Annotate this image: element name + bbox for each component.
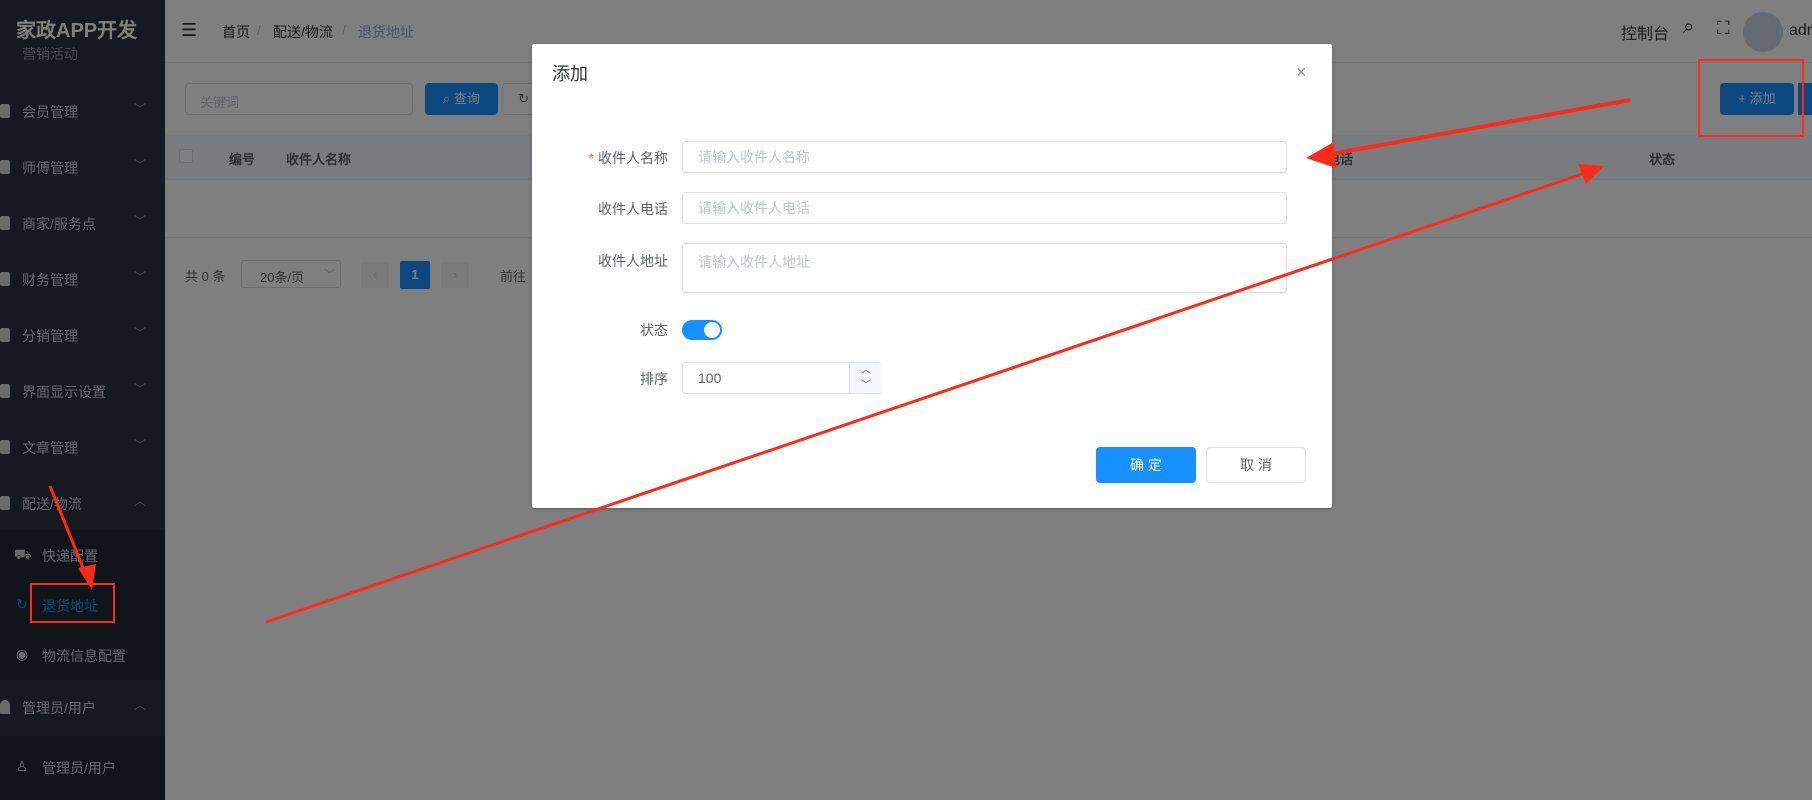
phone-label: 收件人电话 — [598, 201, 668, 217]
sort-number-input[interactable]: 100 ︿ ﹀ — [682, 362, 882, 394]
status-label: 状态 — [640, 322, 668, 338]
decrease-icon[interactable]: ﹀ — [849, 378, 882, 393]
cancel-button[interactable]: 取 消 — [1206, 447, 1306, 483]
required-mark: * — [588, 150, 595, 166]
recipient-name-input[interactable]: 请输入收件人名称 — [682, 141, 1287, 173]
recipient-address-textarea[interactable]: 请输入收件人地址 — [682, 243, 1287, 293]
status-switch[interactable] — [682, 320, 722, 340]
switch-knob — [704, 322, 720, 338]
address-label: 收件人地址 — [598, 253, 668, 269]
recipient-phone-input[interactable]: 请输入收件人电话 — [682, 192, 1287, 224]
confirm-button[interactable]: 确 定 — [1096, 447, 1196, 483]
name-label: * 收件人名称 — [588, 150, 668, 166]
dialog-title: 添加 — [552, 64, 588, 84]
increase-icon[interactable]: ︿ — [849, 363, 882, 379]
add-dialog: 添加 × * 收件人名称 请输入收件人名称 收件人电话 请输入收件人电话 收件人… — [532, 44, 1332, 508]
close-icon[interactable]: × — [1296, 62, 1307, 83]
sort-label: 排序 — [640, 371, 668, 387]
